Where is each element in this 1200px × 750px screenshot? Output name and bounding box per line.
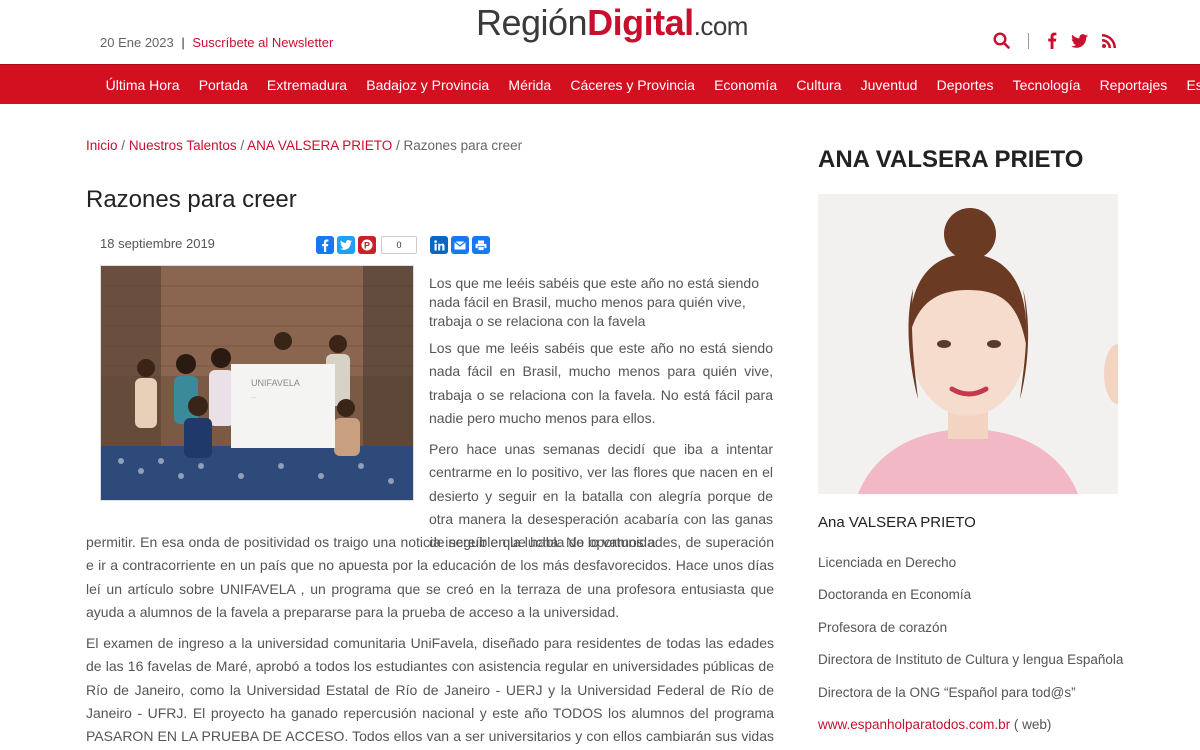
- article-paragraph: permitir. En esa onda de positividad os …: [86, 534, 774, 620]
- article-photo: UNIFAVELA ...: [100, 265, 414, 501]
- search-icon[interactable]: [993, 32, 1010, 49]
- breadcrumb-home[interactable]: Inicio: [86, 138, 118, 153]
- author-web-suffix: ( web): [1013, 716, 1052, 732]
- article-paragraph: Los que me leéis sabéis que este año no …: [429, 340, 773, 426]
- header-separator: |: [181, 35, 185, 50]
- breadcrumb-section[interactable]: Nuestros Talentos: [129, 138, 237, 153]
- nav-item-economia[interactable]: Economía: [704, 77, 786, 93]
- logo-part-com: .com: [693, 11, 749, 41]
- nav-item-reportajes[interactable]: Reportajes: [1090, 77, 1177, 93]
- author-bio-item: Profesora de corazón: [818, 619, 948, 635]
- svg-text:P: P: [364, 240, 370, 250]
- header-date-line: 20 Ene 2023 | Suscríbete al Newsletter: [100, 35, 333, 50]
- linkedin-share-icon[interactable]: [430, 236, 448, 254]
- author-bio-item: Directora de Instituto de Cultura y leng…: [818, 652, 1124, 668]
- twitter-icon[interactable]: [1071, 33, 1088, 48]
- breadcrumb: Inicio / Nuestros Talentos / ANA VALSERA…: [86, 138, 522, 153]
- share-count: 0: [381, 236, 417, 254]
- current-date: 20 Ene 2023: [100, 35, 174, 50]
- nav-item-extremadura[interactable]: Extremadura: [257, 77, 356, 93]
- svg-text:UNIFAVELA: UNIFAVELA: [251, 378, 300, 388]
- article-paragraph: El examen de ingreso a la universidad co…: [86, 635, 774, 745]
- newsletter-link[interactable]: Suscríbete al Newsletter: [192, 35, 333, 50]
- nav-list: Última Hora Portada Extremadura Badajoz …: [96, 65, 1200, 105]
- facebook-icon[interactable]: [1047, 32, 1057, 49]
- share-bar: P 0: [316, 236, 490, 254]
- nav-item-portada[interactable]: Portada: [189, 77, 257, 93]
- author-heading: ANA VALSERA PRIETO: [818, 146, 1084, 173]
- breadcrumb-sep: /: [121, 138, 126, 153]
- icons-divider: [1028, 32, 1029, 49]
- nav-item-especiales[interactable]: Especiales: [1177, 77, 1200, 93]
- nav-item-badajoz[interactable]: Badajoz y Provincia: [357, 77, 499, 93]
- author-portrait-illustration: [818, 194, 1118, 494]
- nav-item-ultima-hora[interactable]: Última Hora: [96, 77, 189, 93]
- logo-part-digital: Digital: [587, 2, 694, 43]
- print-share-icon[interactable]: [472, 236, 490, 254]
- breadcrumb-author[interactable]: ANA VALSERA PRIETO: [247, 138, 392, 153]
- top-bar: 20 Ene 2023 | Suscríbete al Newsletter R…: [0, 0, 1200, 64]
- header-icons: [993, 32, 1116, 49]
- pinterest-share-icon[interactable]: P: [358, 236, 376, 254]
- breadcrumb-sep: /: [240, 138, 245, 153]
- author-web-link[interactable]: www.espanholparatodos.com.br: [818, 717, 1010, 732]
- facebook-share-icon[interactable]: [316, 236, 334, 254]
- breadcrumb-current: Razones para creer: [403, 138, 523, 153]
- logo-part-region: Región: [476, 2, 588, 43]
- svg-text:...: ...: [251, 394, 256, 400]
- author-portrait: [818, 194, 1118, 494]
- nav-item-cultura[interactable]: Cultura: [787, 77, 851, 93]
- group-photo-illustration: UNIFAVELA ...: [101, 266, 413, 500]
- nav-item-merida[interactable]: Mérida: [499, 77, 561, 93]
- nav-item-tecnologia[interactable]: Tecnología: [1003, 77, 1090, 93]
- twitter-share-icon[interactable]: [337, 236, 355, 254]
- breadcrumb-sep: /: [396, 138, 400, 153]
- author-web-item: www.espanholparatodos.com.br ( web): [818, 713, 1123, 745]
- author-name: Ana VALSERA PRIETO: [818, 514, 976, 531]
- rss-icon[interactable]: [1102, 33, 1116, 48]
- article-title: Razones para creer: [86, 186, 297, 213]
- article-lead: Los que me leéis sabéis que este año no …: [429, 275, 760, 329]
- main-nav: Última Hora Portada Extremadura Badajoz …: [0, 64, 1200, 104]
- author-bio-item: Directora de la ONG “Español para tod@s”: [818, 684, 1076, 700]
- nav-item-juventud[interactable]: Juventud: [851, 77, 927, 93]
- author-bio-list: Licenciada en Derecho Doctoranda en Econ…: [818, 551, 1123, 745]
- article-date: 18 septiembre 2019: [100, 236, 215, 251]
- author-bio-item: Licenciada en Derecho: [818, 555, 957, 570]
- nav-item-caceres[interactable]: Cáceres y Provincia: [561, 77, 705, 93]
- email-share-icon[interactable]: [451, 236, 469, 254]
- author-bio-item: Doctoranda en Economía: [818, 587, 972, 603]
- nav-item-deportes[interactable]: Deportes: [927, 77, 1003, 93]
- site-logo[interactable]: RegiónDigital.com: [476, 2, 748, 44]
